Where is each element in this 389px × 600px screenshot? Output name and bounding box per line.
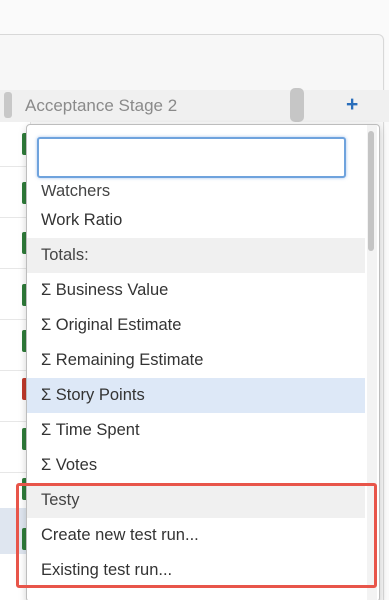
search-field-wrapper xyxy=(37,137,346,178)
search-input[interactable] xyxy=(39,139,344,176)
field-list: Watchers Work Ratio Totals: Σ Business V… xyxy=(27,185,365,588)
list-item-business-value[interactable]: Σ Business Value xyxy=(27,273,365,308)
list-item-watchers[interactable]: Watchers xyxy=(27,185,365,203)
group-header-testy: Testy xyxy=(27,483,365,518)
column-divider-handle[interactable] xyxy=(4,92,12,118)
list-item-votes[interactable]: Σ Votes xyxy=(27,448,365,483)
scrollbar-thumb[interactable] xyxy=(368,131,374,251)
column-title: Acceptance Stage 2 xyxy=(25,96,178,115)
group-header-totals: Totals: xyxy=(27,238,365,273)
list-item-time-spent[interactable]: Σ Time Spent xyxy=(27,413,365,448)
existing-test-run-item[interactable]: Existing test run... xyxy=(27,553,365,588)
create-test-run-item[interactable]: Create new test run... xyxy=(27,518,365,553)
list-item-original-estimate[interactable]: Σ Original Estimate xyxy=(27,308,365,343)
list-item-remaining-estimate[interactable]: Σ Remaining Estimate xyxy=(27,343,365,378)
list-item-work-ratio[interactable]: Work Ratio xyxy=(27,203,365,238)
column-scroll-handle[interactable] xyxy=(290,88,304,122)
field-picker-dropdown: Watchers Work Ratio Totals: Σ Business V… xyxy=(26,124,380,600)
list-item-story-points[interactable]: Σ Story Points xyxy=(27,378,365,413)
screen: Acceptance Stage 2 + Watchers Work Ratio… xyxy=(0,0,389,600)
add-column-icon[interactable]: + xyxy=(346,94,358,116)
dropdown-scrollbar[interactable] xyxy=(367,125,377,600)
